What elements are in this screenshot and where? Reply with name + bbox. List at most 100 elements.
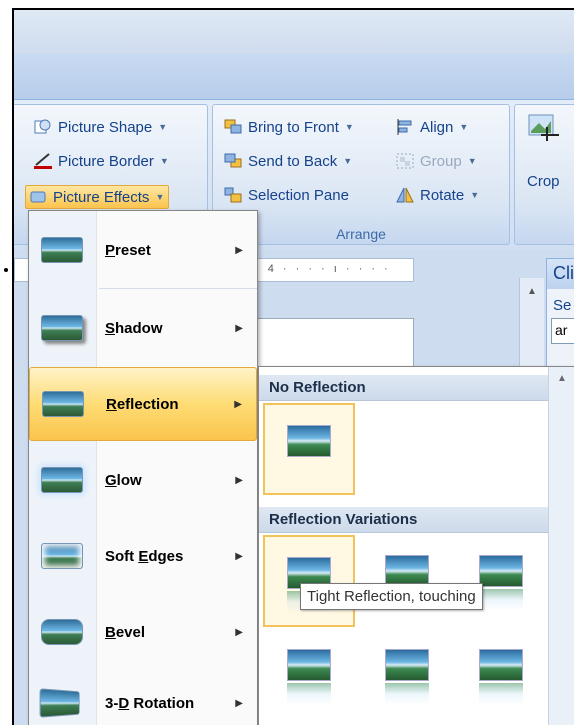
group-label: Group [420,152,462,170]
menu-item-label: Reflection [106,395,179,413]
group-icon [395,152,415,170]
shadow-icon [41,315,83,341]
clip-art-search-label: Se [553,297,572,314]
chevron-down-icon: ▼ [159,156,169,166]
ruler-ticks: · 4 · · · · ı · · · · [255,263,391,275]
no-reflection-option[interactable] [263,403,355,495]
picture-shape-button[interactable]: Picture Shape ▼ [33,115,167,139]
chevron-right-icon: ▶ [235,474,243,486]
align-icon [395,118,415,136]
picture-effects-icon [28,188,48,206]
chevron-right-icon: ▶ [235,550,243,562]
menu-item-preset[interactable]: Preset ▶ [29,213,257,287]
picture-border-button[interactable]: Picture Border ▼ [33,149,169,173]
chevron-down-icon: ▼ [459,122,469,132]
accelerator-letter: E [138,547,149,565]
accelerator-letter: S [105,319,116,337]
bring-to-front-label: Bring to Front [248,118,339,136]
clip-art-title: Cli [547,259,574,289]
no-reflection-header: No Reflection [259,375,549,401]
menu-item-reflection[interactable]: Reflection ▶ [29,367,257,441]
menu-item-label: 3-D Rotation [105,694,195,712]
chevron-right-icon: ▶ [234,398,242,410]
align-label: Align [420,118,454,136]
bring-to-front-button[interactable]: Bring to Front ▼ [223,115,354,139]
accelerator-letter: R [106,395,117,413]
chevron-down-icon: ▼ [467,156,477,166]
accelerator-letter: B [105,623,116,641]
picture-shape-icon [33,118,53,136]
rotate-button[interactable]: Rotate ▼ [395,183,479,207]
reflection-half-touching[interactable] [361,535,453,627]
rotate-label: Rotate [420,186,465,204]
chevron-down-icon: ▼ [158,122,168,132]
glow-icon [41,467,83,493]
reflection-full-4pt[interactable] [455,629,547,721]
group-button[interactable]: Group ▼ [395,149,477,173]
reflection-half-4pt[interactable] [361,629,453,721]
selection-pane-icon [223,186,243,204]
scroll-up-arrow[interactable]: ▲ [549,367,574,384]
gallery-scrollbar[interactable]: ▲ [548,367,574,725]
clip-art-search-input[interactable]: ar [551,318,574,344]
preset-icon [41,237,83,263]
picture-effects-button[interactable]: Picture Effects ▼ [25,185,170,209]
chevron-right-icon: ▶ [235,244,243,256]
menu-item-bevel[interactable]: Bevel ▶ [29,595,257,669]
chevron-right-icon: ▶ [235,697,243,709]
chevron-right-icon: ▶ [235,626,243,638]
tooltip: Tight Reflection, touching [300,583,483,610]
menu-item-glow[interactable]: Glow ▶ [29,443,257,517]
accelerator-letter: D [118,694,130,712]
crop-icon [527,113,561,146]
reflection-tight-touching[interactable] [263,535,355,627]
rotate-icon [395,186,415,204]
bevel-icon [41,619,83,645]
reflection-variations-header: Reflection Variations [259,507,549,533]
send-to-back-button[interactable]: Send to Back ▼ [223,149,352,173]
scroll-up-arrow[interactable]: ▲ [520,278,544,297]
selection-pane-button[interactable]: Selection Pane [223,183,349,207]
reflection-full-touching[interactable] [455,535,547,627]
menu-item-label: Shadow [105,319,163,337]
picture-thumbnail-icon [287,425,331,457]
size-group: Crop [514,104,574,245]
chevron-down-icon: ▼ [344,122,354,132]
menu-item-label: Bevel [105,623,146,641]
crop-label: Crop [527,172,560,190]
crop-button[interactable]: Crop [527,169,560,193]
reflection-icon [42,391,84,417]
reflection-gallery: No Reflection Reflection Variations ▲ [258,366,574,725]
menu-item-soft-edges[interactable]: Soft Edges ▶ [29,519,257,593]
ribbon-tab-bar [14,54,574,100]
menu-item-label: Glow [105,471,142,489]
3d-rotation-icon [39,688,80,718]
align-button[interactable]: Align ▼ [395,115,468,139]
picture-border-label: Picture Border [58,152,154,170]
chevron-down-icon: ▼ [470,190,480,200]
app-window: Picture Shape ▼ Picture Border ▼ Picture… [12,8,574,725]
menu-item-label: Soft Edges [105,547,184,565]
menu-separator [99,288,257,289]
chevron-right-icon: ▶ [235,322,243,334]
menu-item-3d-rotation[interactable]: 3-D Rotation ▶ [29,666,257,725]
menu-item-label: Preset [105,241,151,259]
soft-edges-icon [41,543,83,569]
reflection-thumbnail-icon [287,649,331,705]
pencil-border-icon [33,152,53,170]
selection-pane-label: Selection Pane [248,186,349,204]
picture-effects-menu: Preset ▶ Shadow ▶ Reflection ▶ Glow ▶ So… [28,210,258,725]
send-to-back-icon [223,152,243,170]
reflection-thumbnail-icon [385,649,429,705]
picture-shape-label: Picture Shape [58,118,153,136]
title-bar [14,10,574,54]
reflection-tight-4pt[interactable] [263,629,355,721]
chevron-down-icon: ▼ [343,156,353,166]
chevron-down-icon: ▼ [155,192,165,202]
reflection-thumbnail-icon [479,555,523,611]
picture-effects-label: Picture Effects [53,188,150,206]
reflection-thumbnail-icon [479,649,523,705]
bring-to-front-icon [223,118,243,136]
menu-item-shadow[interactable]: Shadow ▶ [29,291,257,365]
accelerator-letter: P [105,241,116,259]
